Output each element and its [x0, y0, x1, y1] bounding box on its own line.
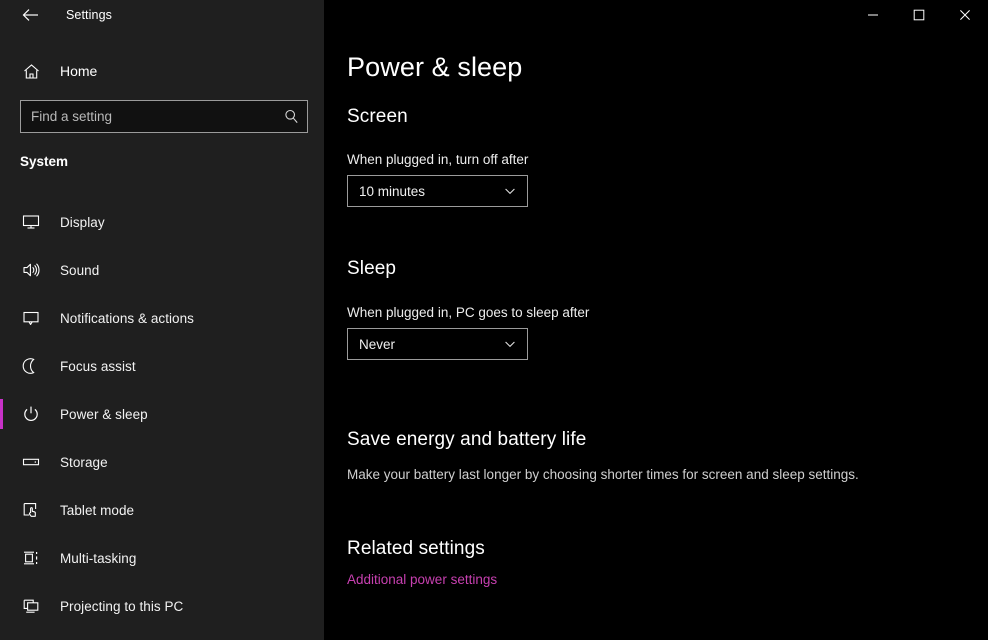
- sidebar-item-tablet-mode[interactable]: Tablet mode: [0, 486, 324, 534]
- chevron-down-icon: [493, 337, 527, 351]
- save-energy-heading: Save energy and battery life: [347, 429, 587, 450]
- speaker-icon: [8, 260, 54, 280]
- title-bar-left: [0, 0, 324, 30]
- selection-indicator: [0, 351, 3, 381]
- sidebar-item-home[interactable]: Home: [0, 54, 324, 88]
- search-input[interactable]: [21, 109, 275, 124]
- window-controls: [850, 0, 988, 30]
- home-icon: [8, 62, 54, 81]
- drive-icon: [8, 452, 54, 472]
- selection-indicator: [0, 447, 3, 477]
- screen-section-heading: Screen: [347, 106, 408, 127]
- multitask-icon: [8, 548, 54, 568]
- selection-indicator: [0, 303, 3, 333]
- maximize-button[interactable]: [896, 0, 942, 30]
- close-icon: [960, 10, 970, 20]
- sidebar: Home System: [0, 0, 324, 640]
- moon-icon: [8, 356, 54, 376]
- sidebar-nav-list: Display Sound Notifications & actions Fo…: [0, 198, 324, 630]
- close-button[interactable]: [942, 0, 988, 30]
- maximize-icon: [913, 9, 925, 21]
- search-box[interactable]: [20, 100, 308, 133]
- sleep-section-heading: Sleep: [347, 258, 397, 279]
- selection-indicator: [0, 255, 3, 285]
- sidebar-item-label: Projecting to this PC: [60, 598, 184, 614]
- sidebar-item-label: Power & sleep: [60, 406, 148, 422]
- back-arrow-icon: [22, 9, 38, 21]
- page-title: Power & sleep: [347, 52, 523, 82]
- sidebar-item-label: Storage: [60, 454, 108, 470]
- screen-turnoff-value: 10 minutes: [359, 183, 426, 199]
- sidebar-item-display[interactable]: Display: [0, 198, 324, 246]
- sidebar-item-notifications[interactable]: Notifications & actions: [0, 294, 324, 342]
- screen-turnoff-dropdown[interactable]: 10 minutes: [347, 175, 528, 207]
- screen-field-label: When plugged in, turn off after: [347, 152, 529, 167]
- sidebar-item-label: Focus assist: [60, 358, 136, 374]
- search-icon[interactable]: [275, 108, 307, 125]
- sidebar-item-label: Notifications & actions: [60, 310, 194, 326]
- sidebar-section-title: System: [20, 154, 69, 169]
- sidebar-item-label: Sound: [60, 262, 100, 278]
- monitor-icon: [8, 212, 54, 232]
- chevron-down-icon: [493, 184, 527, 198]
- sleep-after-dropdown[interactable]: Never: [347, 328, 528, 360]
- sidebar-item-projecting-to-this-pc[interactable]: Projecting to this PC: [0, 582, 324, 630]
- selection-indicator: [0, 399, 3, 429]
- sleep-field-label: When plugged in, PC goes to sleep after: [347, 305, 590, 320]
- sidebar-item-power-and-sleep[interactable]: Power & sleep: [0, 390, 324, 438]
- projecting-icon: [8, 596, 54, 616]
- sidebar-item-sound[interactable]: Sound: [0, 246, 324, 294]
- sidebar-item-label: Multi-tasking: [60, 550, 137, 566]
- settings-window: Home System: [0, 0, 988, 640]
- sidebar-item-multi-tasking[interactable]: Multi-tasking: [0, 534, 324, 582]
- sidebar-home-label: Home: [60, 63, 98, 79]
- title-bar: Settings: [0, 0, 988, 30]
- save-energy-description: Make your battery last longer by choosin…: [347, 467, 859, 482]
- back-button[interactable]: [14, 1, 48, 29]
- power-icon: [8, 404, 54, 424]
- sidebar-item-label: Tablet mode: [60, 502, 135, 518]
- related-settings-heading: Related settings: [347, 538, 485, 559]
- tablet-hand-icon: [8, 500, 54, 520]
- selection-indicator: [0, 591, 3, 621]
- chat-bubble-icon: [8, 308, 54, 328]
- sidebar-item-label: Display: [60, 214, 105, 230]
- minimize-icon: [868, 14, 878, 16]
- sleep-after-value: Never: [359, 336, 396, 352]
- selection-indicator: [0, 495, 3, 525]
- selection-indicator: [0, 207, 3, 237]
- selection-indicator: [0, 543, 3, 573]
- main-content: Power & sleep Screen When plugged in, tu…: [324, 30, 988, 640]
- minimize-button[interactable]: [850, 0, 896, 30]
- sidebar-item-focus-assist[interactable]: Focus assist: [0, 342, 324, 390]
- additional-power-settings-link[interactable]: Additional power settings: [347, 572, 497, 587]
- sidebar-item-storage[interactable]: Storage: [0, 438, 324, 486]
- app-title: Settings: [66, 8, 112, 22]
